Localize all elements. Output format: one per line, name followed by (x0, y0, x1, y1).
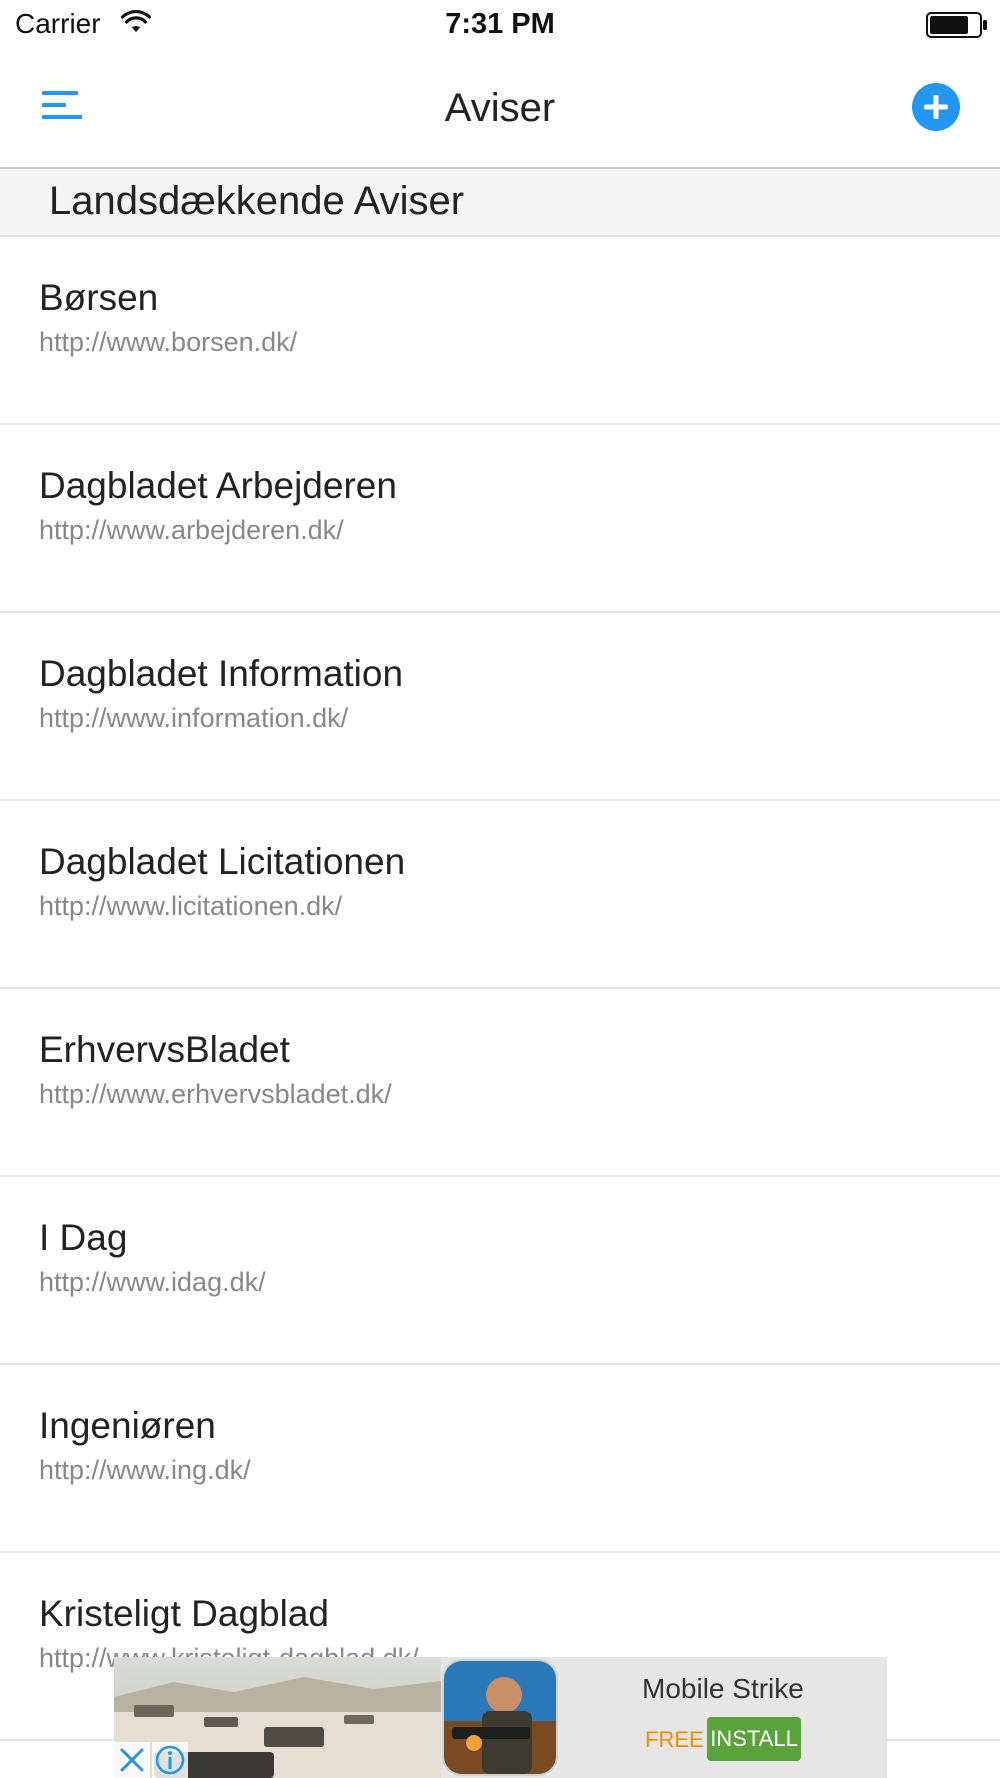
clock-label: 7:31 PM (445, 8, 555, 40)
newspaper-url: http://www.licitationen.dk/ (39, 891, 343, 921)
list-item[interactable]: Dagbladet Licitationen http://www.licita… (0, 801, 1000, 989)
add-button[interactable] (912, 83, 960, 131)
section-title: Landsdækkende Aviser (49, 179, 465, 223)
list-item[interactable]: Dagbladet Arbejderen http://www.arbejder… (0, 425, 1000, 613)
list-item[interactable]: Børsen http://www.borsen.dk/ (0, 237, 1000, 425)
battery-icon (926, 12, 987, 38)
list-item[interactable]: Ingeniøren http://www.ing.dk/ (0, 1365, 1000, 1553)
newspaper-name: I Dag (39, 1217, 128, 1258)
newspaper-name: Dagbladet Licitationen (39, 841, 406, 882)
list-item[interactable]: ErhvervsBladet http://www.erhvervsbladet… (0, 989, 1000, 1177)
ad-title: Mobile Strike (642, 1673, 804, 1704)
navigation-bar: Aviser (0, 50, 1000, 169)
hamburger-menu-icon (42, 91, 82, 119)
install-button[interactable]: INSTALL (707, 1717, 801, 1761)
page-title: Aviser (444, 86, 556, 130)
list-item[interactable]: I Dag http://www.idag.dk/ (0, 1177, 1000, 1365)
newspaper-url: http://www.ing.dk/ (39, 1455, 251, 1485)
newspaper-name: Ingeniøren (39, 1405, 216, 1446)
newspaper-url: http://www.erhvervsbladet.dk/ (39, 1079, 392, 1109)
app-icon (442, 1659, 558, 1776)
newspaper-name: Dagbladet Arbejderen (39, 465, 397, 506)
newspaper-list: Børsen http://www.borsen.dk/ Dagbladet A… (0, 237, 1000, 1741)
plus-circle-icon (924, 95, 948, 119)
ad-price-label: FREE (645, 1727, 704, 1752)
menu-button[interactable] (38, 86, 86, 126)
app-screen: Carrier 7:31 PM Aviser Landsdækkende Avi… (0, 0, 1000, 1778)
ad-banner[interactable]: Mobile Strike FREE INSTALL (114, 1657, 887, 1778)
newspaper-url: http://www.arbejderen.dk/ (39, 515, 344, 545)
newspaper-name: Kristeligt Dagblad (39, 1593, 329, 1634)
newspaper-name: Børsen (39, 277, 159, 318)
newspaper-url: http://www.borsen.dk/ (39, 327, 298, 357)
newspaper-name: ErhvervsBladet (39, 1029, 290, 1070)
newspaper-url: http://www.idag.dk/ (39, 1267, 266, 1297)
info-icon[interactable] (152, 1742, 188, 1778)
list-item[interactable]: Dagbladet Information http://www.informa… (0, 613, 1000, 801)
newspaper-url: http://www.information.dk/ (39, 703, 349, 733)
section-header: Landsdækkende Aviser (0, 169, 1000, 237)
status-bar: Carrier 7:31 PM (0, 0, 1000, 50)
newspaper-name: Dagbladet Information (39, 653, 404, 694)
close-icon[interactable] (114, 1742, 150, 1778)
